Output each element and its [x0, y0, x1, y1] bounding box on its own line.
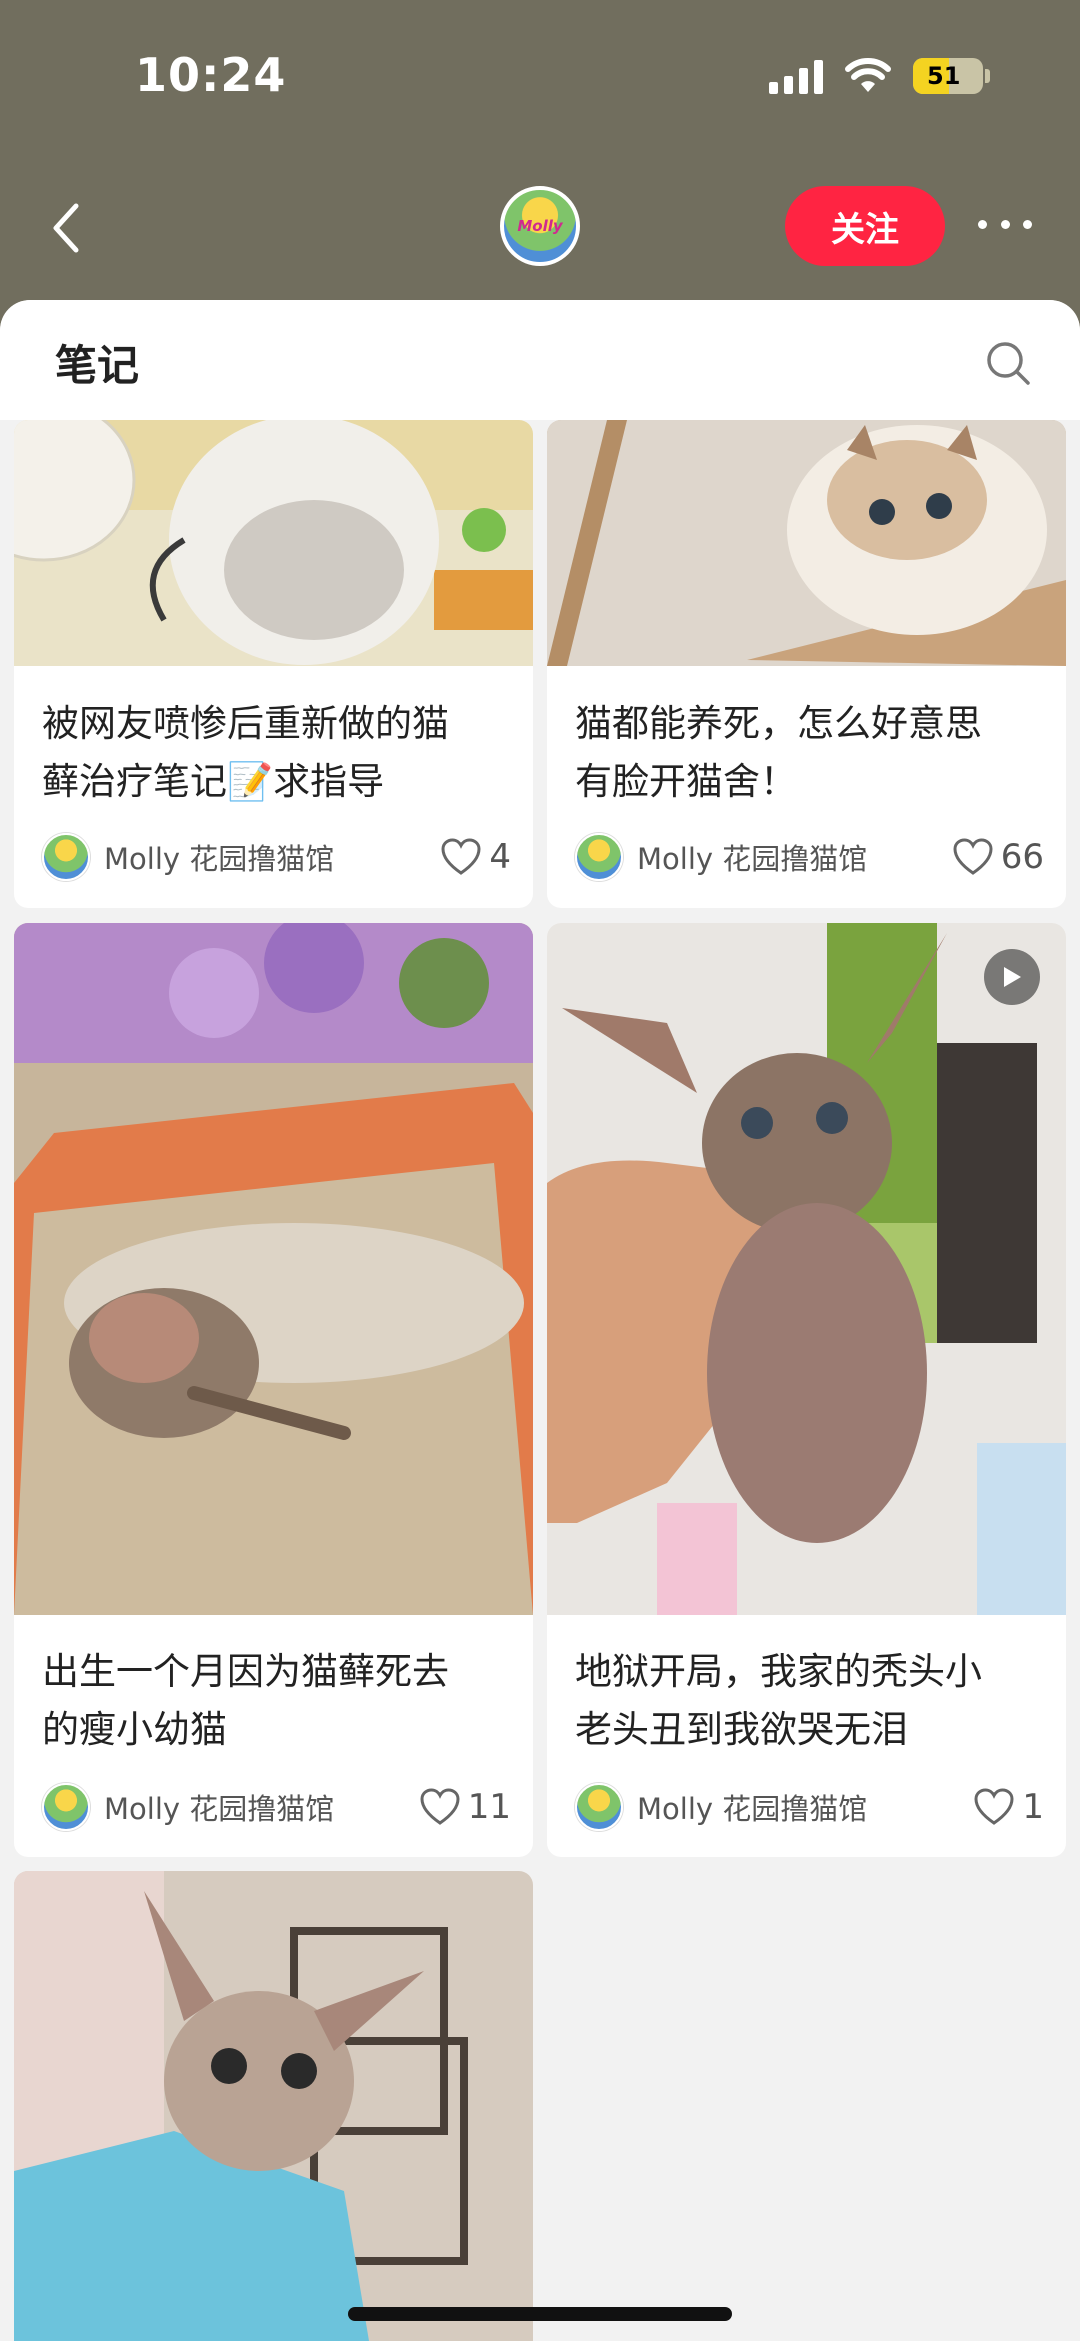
- author-avatar[interactable]: [575, 1783, 623, 1831]
- note-title: 猫都能养死，怎么好意思: [575, 702, 982, 745]
- back-icon[interactable]: [42, 198, 92, 258]
- search-icon[interactable]: [985, 340, 1031, 386]
- author-avatar[interactable]: [42, 1783, 90, 1831]
- profile-header: 10:24 51 Molly 关注: [0, 0, 1080, 330]
- note-title: 被网友喷惨后重新做的猫: [42, 702, 449, 745]
- note-cover-image: [547, 923, 1066, 1615]
- battery-level: 51: [927, 62, 961, 90]
- author-name[interactable]: Molly 花园撸猫馆: [104, 836, 441, 878]
- note-cover-image: [14, 923, 533, 1615]
- profile-avatar[interactable]: Molly: [500, 186, 580, 266]
- top-nav: Molly 关注: [0, 180, 1080, 270]
- note-card[interactable]: 被网友喷惨后重新做的猫 藓治疗笔记📝求指导 Molly 花园撸猫馆 4: [14, 420, 533, 908]
- status-icons: 51: [769, 58, 990, 94]
- wifi-icon: [845, 58, 891, 92]
- like-button[interactable]: 11: [420, 1787, 511, 1827]
- note-meta: Molly 花园撸猫馆 4: [42, 832, 511, 882]
- author-name[interactable]: Molly 花园撸猫馆: [637, 1786, 974, 1828]
- heart-icon: [953, 838, 993, 875]
- like-button[interactable]: 1: [974, 1787, 1044, 1827]
- like-count: 4: [489, 837, 511, 877]
- video-play-icon: [984, 949, 1040, 1005]
- note-card[interactable]: [14, 1871, 533, 2341]
- like-count: 66: [1000, 837, 1044, 877]
- note-title-line2: 有脸开猫舍！: [575, 760, 797, 803]
- note-cover-image: [547, 420, 1066, 666]
- like-button[interactable]: 66: [953, 837, 1044, 877]
- more-options-icon[interactable]: [970, 204, 1040, 244]
- follow-button[interactable]: 关注: [785, 186, 945, 266]
- heart-icon: [420, 1788, 460, 1825]
- status-time: 10:24: [135, 48, 287, 102]
- author-avatar[interactable]: [42, 833, 90, 881]
- note-card[interactable]: 地狱开局，我家的秃头小 老头丑到我欲哭无泪 Molly 花园撸猫馆 1: [547, 923, 1066, 1857]
- section-title: 笔记: [55, 341, 140, 390]
- like-button[interactable]: 4: [441, 837, 511, 877]
- cellular-signal-icon: [769, 58, 823, 94]
- author-avatar[interactable]: [575, 833, 623, 881]
- battery-icon: 51: [913, 58, 983, 94]
- author-name[interactable]: Molly 花园撸猫馆: [637, 836, 953, 878]
- avatar-logo-text: Molly: [517, 217, 563, 235]
- note-title: 出生一个月因为猫藓死去: [42, 1650, 449, 1693]
- heart-icon: [441, 838, 481, 875]
- note-card[interactable]: 出生一个月因为猫藓死去 的瘦小幼猫 Molly 花园撸猫馆 11: [14, 923, 533, 1857]
- sheet-header: 笔记: [0, 300, 1080, 420]
- note-title-line2: 藓治疗笔记📝求指导: [42, 760, 385, 803]
- note-cover-image: [14, 420, 533, 666]
- note-cover-image: [14, 1871, 533, 2341]
- note-title-line2: 老头丑到我欲哭无泪: [575, 1708, 908, 1751]
- note-meta: Molly 花园撸猫馆 11: [42, 1782, 511, 1832]
- notes-sheet: 笔记 被网友喷惨后重新做的猫 藓治疗笔记📝求指导 Molly 花园撸猫馆 4 猫…: [0, 300, 1080, 2341]
- note-meta: Molly 花园撸猫馆 66: [575, 832, 1044, 882]
- like-count: 1: [1022, 1787, 1044, 1827]
- note-meta: Molly 花园撸猫馆 1: [575, 1782, 1044, 1832]
- heart-icon: [974, 1788, 1014, 1825]
- note-title: 地狱开局，我家的秃头小: [575, 1650, 982, 1693]
- note-title-line2: 的瘦小幼猫: [42, 1708, 227, 1751]
- home-indicator[interactable]: [348, 2307, 732, 2321]
- author-name[interactable]: Molly 花园撸猫馆: [104, 1786, 420, 1828]
- note-card[interactable]: 猫都能养死，怎么好意思 有脸开猫舍！ Molly 花园撸猫馆 66: [547, 420, 1066, 908]
- like-count: 11: [467, 1787, 511, 1827]
